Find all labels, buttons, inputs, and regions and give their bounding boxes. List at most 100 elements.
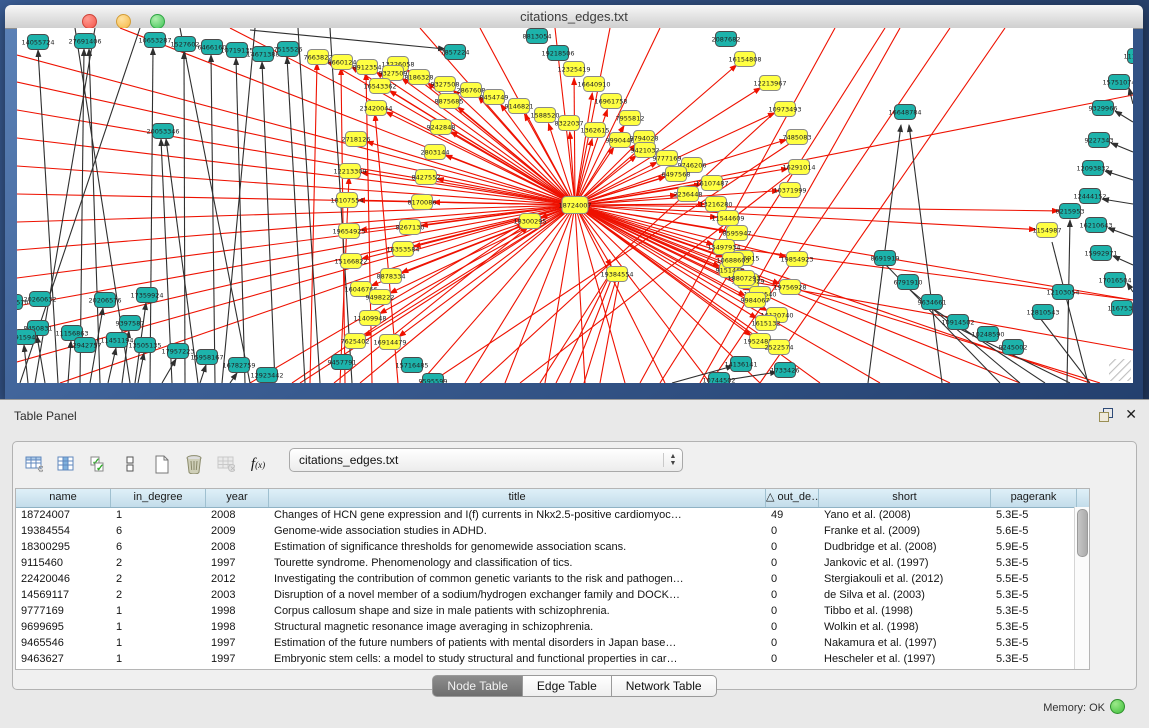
graph-node-7625402[interactable]: 7625402 [341,334,370,349]
graph-node-16107487[interactable]: 16107487 [695,176,728,191]
graph-node-10248590[interactable]: 10248590 [971,327,1004,342]
graph-node-12810543[interactable]: 12810543 [1026,305,1059,320]
graph-node-8595947[interactable]: 8595947 [723,226,752,241]
new-document-button[interactable] [147,450,177,478]
graph-node-7955812[interactable]: 7955812 [616,111,645,126]
graph-node-9457791[interactable]: 9457791 [328,355,357,370]
graph-node-9242848[interactable]: 9242848 [427,120,456,135]
graph-node-1154987[interactable]: 1154987 [1033,223,1062,238]
table-row[interactable]: 2242004622012Investigating the contribut… [16,572,1089,588]
graph-node-8186328[interactable]: 8186328 [405,70,434,85]
graph-node-8691919[interactable]: 8691919 [871,251,900,266]
graph-node-16154808[interactable]: 16154808 [728,52,761,67]
graph-node-19854923[interactable]: 19854923 [780,252,813,267]
graph-node-14136141[interactable]: 14136141 [724,357,757,372]
graph-node-12444152[interactable]: 12444152 [1073,189,1106,204]
graph-node-2087682[interactable]: 2087682 [712,32,741,47]
scrollbar-thumb[interactable] [1077,509,1088,557]
graph-node-19218506[interactable]: 19218506 [541,46,574,61]
graph-node-16640910[interactable]: 16640910 [577,77,610,92]
graph-node-10973493[interactable]: 10973493 [768,102,801,117]
graph-node-8170086[interactable]: 8170086 [408,195,437,210]
graph-node-7515526[interactable]: 7515526 [274,42,303,57]
graph-node-13216280[interactable]: 13216280 [699,197,732,212]
column-header-name[interactable]: name [16,489,111,507]
graph-node-2803144[interactable]: 2803144 [421,145,450,160]
graph-node-1733426[interactable]: 1733426 [771,363,800,378]
graph-node-9595599[interactable]: 9595599 [419,374,448,384]
function-builder-button[interactable]: f(x) [243,450,273,478]
graph-node-8875685[interactable]: 8875685 [435,94,464,109]
table-selector-dropdown[interactable]: citations_edges.txt ▲▼ [289,448,683,472]
graph-node-8454749[interactable]: 8454749 [480,90,509,105]
graph-node-6497568[interactable]: 6497568 [662,167,691,182]
graph-node-2236448[interactable]: 2236448 [674,187,703,202]
graph-node-12103054[interactable]: 12103054 [1046,285,1079,300]
graph-node-9397587[interactable]: 9397587 [116,316,145,331]
graph-node-8912354[interactable]: 8912354 [353,60,382,75]
graph-node-16210643[interactable]: 16210643 [1079,218,1112,233]
float-panel-icon[interactable] [1099,408,1113,422]
vertical-scrollbar[interactable] [1074,507,1089,669]
graph-node-9146821[interactable]: 9146821 [505,99,534,114]
table-row[interactable]: 977716911998Corpus callosum shape and si… [16,604,1089,620]
graph-node-6791910[interactable]: 6791910 [894,275,923,290]
graph-node-8813054[interactable]: 8813054 [523,29,552,44]
trash-button[interactable] [179,450,209,478]
graph-node-17359924[interactable]: 17359924 [130,288,163,303]
graph-node-1527602[interactable]: 1527602 [171,37,200,52]
column-header-year[interactable]: year [206,489,269,507]
graph-node-7485083[interactable]: 7485083 [783,130,812,145]
graph-node-19384554[interactable]: 19384554 [600,267,633,282]
graph-node-18107554[interactable]: 18107554 [330,193,363,208]
memory-status-indicator[interactable] [1110,699,1125,714]
graph-node-16648784[interactable]: 16648784 [888,105,921,120]
graph-node-10744502[interactable]: 10744502 [702,373,735,384]
close-panel-icon[interactable]: ✕ [1125,406,1137,423]
column-header-short[interactable]: short [819,489,991,507]
graph-node-16782759[interactable]: 16782759 [222,358,255,373]
graph-node-12093832[interactable]: 12093832 [1076,161,1109,176]
graph-node-8322037[interactable]: 8322037 [555,116,584,131]
graph-node-8267130[interactable]: 8267130 [396,220,425,235]
graph-node-9329966[interactable]: 9329966 [1089,101,1118,116]
graph-node-16353584[interactable]: 16353584 [386,242,419,257]
network-canvas[interactable]: 1872400714055724276914061065328715276026… [17,28,1133,383]
graph-node-8878334[interactable]: 8878334 [377,269,406,284]
graph-node-9245002[interactable]: 9245002 [999,340,1028,355]
table-row[interactable]: 911546021997Tourette syndrome. Phenomeno… [16,556,1089,572]
table-row[interactable]: 1938455462009Genome-wide association stu… [16,524,1089,540]
graph-node-15166822[interactable]: 15166822 [334,254,367,269]
graph-node-9984067[interactable]: 9984067 [741,293,770,308]
table-options-button[interactable]: ⚙ [19,450,49,478]
column-header-title[interactable]: title [269,489,766,507]
graph-node-9227343[interactable]: 9227343 [1085,133,1114,148]
graph-node-14055724[interactable]: 14055724 [21,35,54,50]
graph-node-16291014[interactable]: 16291014 [782,160,815,175]
column-header-in_degree[interactable]: in_degree [111,489,206,507]
graph-node-2522574[interactable]: 2522574 [765,340,794,355]
table-row[interactable]: 1456911722003Disruption of a novel membe… [16,588,1089,604]
graph-node-15716485[interactable]: 15716485 [395,358,428,373]
graph-node-7857224[interactable]: 7857224 [441,45,470,60]
graph-node-12325419[interactable]: 12325419 [557,62,590,77]
window-resize-grip[interactable] [1109,359,1131,381]
graph-node-8215953[interactable]: 8215953 [1056,204,1085,219]
table-row[interactable]: 1830029562008Estimation of significance … [16,540,1089,556]
window-titlebar[interactable]: citations_edges.txt [5,5,1143,29]
graph-node-15992971[interactable]: 15992971 [1084,246,1117,261]
graph-node-18724007[interactable]: 18724007 [558,197,591,214]
table-row[interactable]: 946554611997Estimation of the future num… [16,636,1089,652]
column-header-out_de[interactable]: △ out_de… [766,489,819,507]
graph-node-20053346[interactable]: 20053346 [146,124,179,139]
graph-node-1112846[interactable]: 1112846 [1124,49,1133,64]
graph-node-9498222[interactable]: 9498222 [366,290,395,305]
graph-node-17016504[interactable]: 17016504 [1098,273,1131,288]
graph-node-1615132[interactable]: 1615132 [752,316,781,331]
table-row[interactable]: 946362711997Embryonic stem cells: a mode… [16,652,1089,668]
graph-node-10653287[interactable]: 10653287 [138,33,171,48]
table-row[interactable]: 1872400712008Changes of HCN gene express… [16,508,1089,524]
row-selector-button[interactable] [115,450,145,478]
column-header-pagerank[interactable]: pagerank [991,489,1077,507]
graph-node-9634661[interactable]: 9634661 [918,295,947,310]
